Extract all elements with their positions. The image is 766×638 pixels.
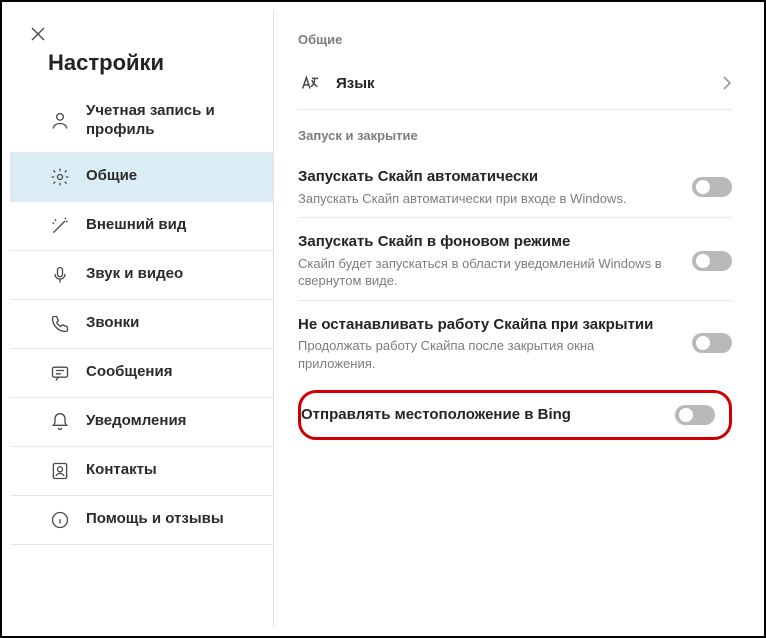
sidebar-item-label: Звонки (86, 314, 139, 333)
sidebar-item-label: Уведомления (86, 412, 186, 431)
microphone-icon (48, 263, 72, 287)
setting-row-autostart: Запускать Скайп автоматически Запускать … (298, 153, 732, 218)
sidebar-item-label: Общие (86, 167, 137, 186)
settings-title: Настройки (10, 50, 273, 90)
sidebar-item-label: Помощь и отзывы (86, 510, 224, 529)
settings-content: Общие Язык Запуск и закрытие Запускать С… (274, 10, 756, 628)
sidebar-item-label: Контакты (86, 461, 157, 480)
toggle-bing-location[interactable] (675, 405, 715, 425)
toggle-keeprunning[interactable] (692, 333, 732, 353)
language-icon (298, 71, 322, 95)
bell-icon (48, 410, 72, 434)
setting-desc: Скайп будет запускаться в области уведом… (298, 255, 672, 290)
setting-row-bing-location: Отправлять место­положение в Bing (298, 390, 732, 440)
setting-row-keeprunning: Не останавливать работу Скайпа при закры… (298, 301, 732, 383)
chevron-right-icon (722, 75, 732, 91)
sidebar-item-help[interactable]: Помощь и отзывы (10, 496, 273, 545)
setting-title: Запускать Скайп автоматически (298, 167, 672, 187)
setting-title: Запускать Скайп в фоновом режиме (298, 232, 672, 252)
language-label: Язык (336, 75, 375, 92)
wand-icon (48, 214, 72, 238)
sidebar-item-label: Звук и видео (86, 265, 183, 284)
language-row[interactable]: Язык (298, 57, 732, 110)
toggle-background[interactable] (692, 251, 732, 271)
person-icon (48, 109, 72, 133)
setting-title: Не останавливать работу Скайпа при закры… (298, 315, 672, 335)
sidebar-item-label: Учетная запись и профиль (86, 102, 257, 140)
settings-sidebar: Настройки Учетная запись и профиль Общие… (10, 10, 274, 628)
sidebar-item-calls[interactable]: Звонки (10, 300, 273, 349)
sidebar-item-label: Внешний вид (86, 216, 186, 235)
sidebar-item-account[interactable]: Учетная запись и профиль (10, 90, 273, 153)
message-icon (48, 361, 72, 385)
sidebar-item-label: Сообщения (86, 363, 172, 382)
contacts-icon (48, 459, 72, 483)
sidebar-item-appearance[interactable]: Внешний вид (10, 202, 273, 251)
setting-desc: Запускать Скайп автоматически при входе … (298, 190, 672, 208)
setting-row-background: Запускать Скайп в фоновом режиме Скайп б… (298, 218, 732, 301)
sidebar-item-contacts[interactable]: Контакты (10, 447, 273, 496)
sidebar-item-audio-video[interactable]: Звук и видео (10, 251, 273, 300)
setting-desc: Продолжать работу Скайпа после закрытия … (298, 337, 672, 372)
section-general-header: Общие (298, 32, 732, 47)
phone-icon (48, 312, 72, 336)
sidebar-item-notifications[interactable]: Уведомления (10, 398, 273, 447)
info-icon (48, 508, 72, 532)
toggle-autostart[interactable] (692, 177, 732, 197)
sidebar-item-general[interactable]: Общие (10, 153, 273, 202)
section-startup-header: Запуск и закрытие (298, 128, 732, 143)
gear-icon (48, 165, 72, 189)
close-button[interactable] (30, 26, 46, 42)
sidebar-item-messages[interactable]: Сообщения (10, 349, 273, 398)
setting-title: Отправлять место­положение в Bing (301, 405, 655, 425)
